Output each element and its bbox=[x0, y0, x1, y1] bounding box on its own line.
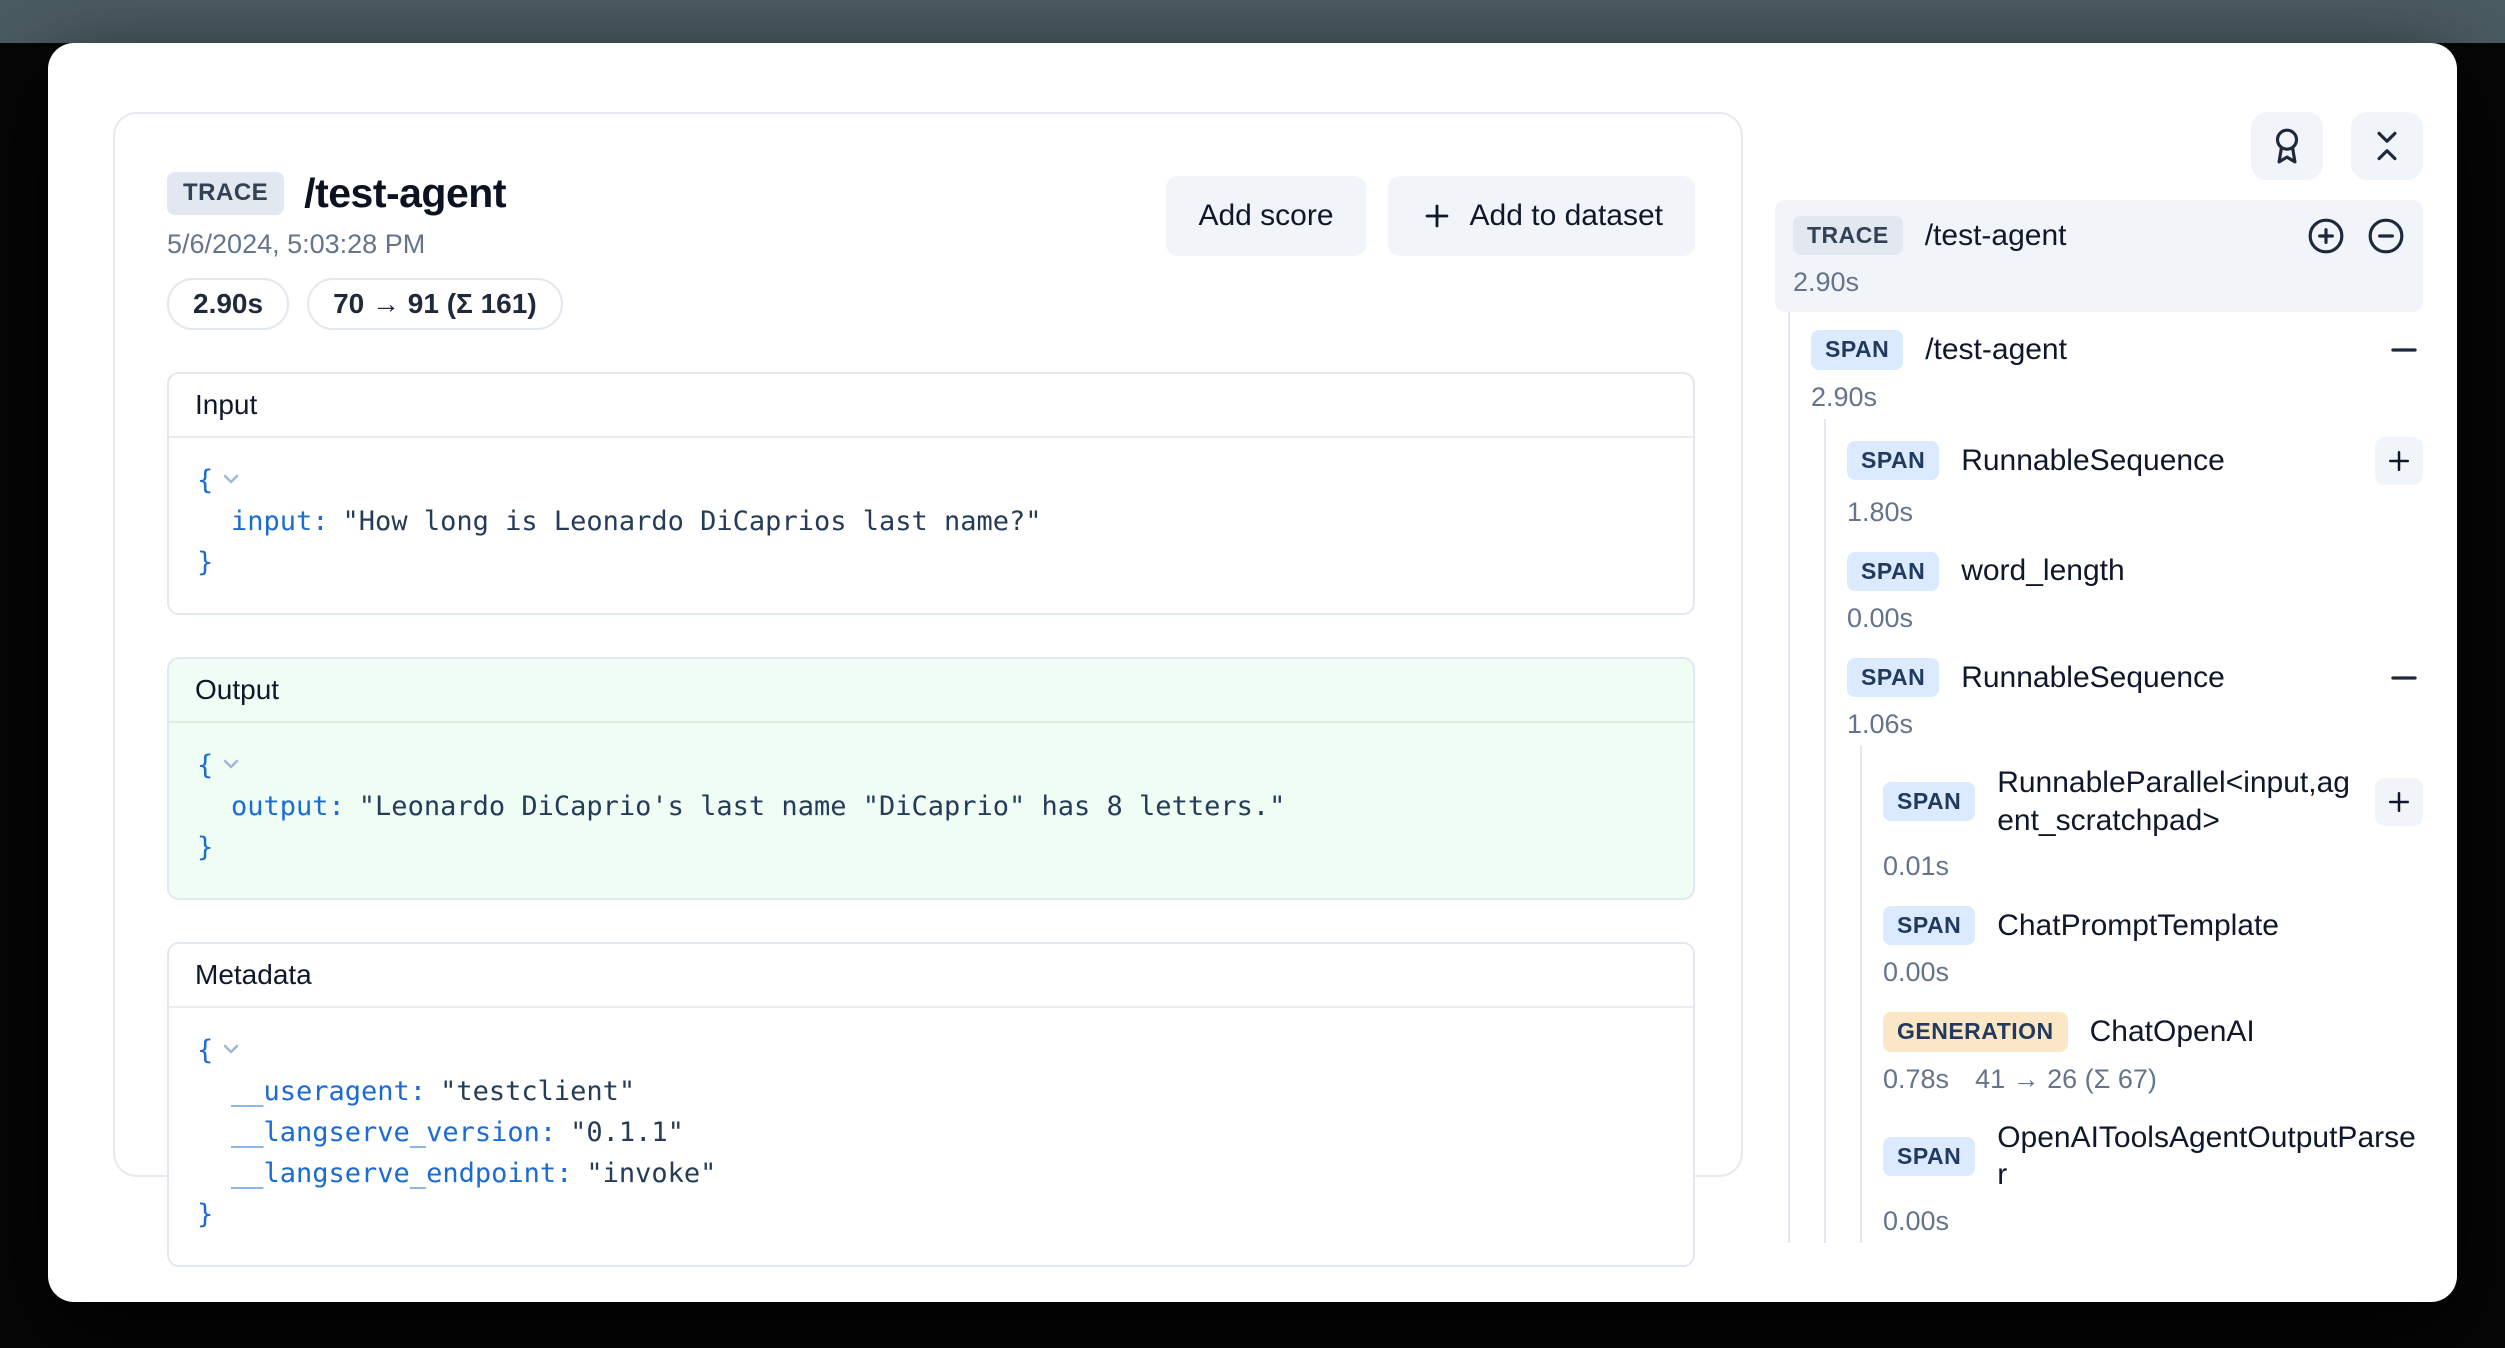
tree-node-duration: 0.00s bbox=[1883, 957, 2423, 988]
json-line: __langserve_version:"0.1.1" bbox=[197, 1112, 1665, 1153]
json-open-line: { bbox=[197, 745, 1665, 786]
latency-badge: 2.90s bbox=[167, 278, 289, 330]
output-section: Output { output:"Leonardo DiCaprio's las… bbox=[167, 657, 1695, 900]
json-close-line: } bbox=[197, 1194, 1665, 1235]
expand-node-button[interactable] bbox=[2375, 778, 2423, 826]
tree-children-level-1: SPAN /test-agent 2.90s SPAN RunnableSequ… bbox=[1788, 312, 2423, 1242]
chevrons-down-up-icon bbox=[2368, 127, 2406, 165]
expand-node-button[interactable] bbox=[2375, 437, 2423, 485]
metadata-json-viewer: { __useragent:"testclient" __langserve_v… bbox=[169, 1008, 1693, 1265]
tree-trace-row[interactable]: TRACE /test-agent 2.90s bbox=[1775, 200, 2423, 312]
app-window: TRACE /test-agent 5/6/2024, 5:03:28 PM 2… bbox=[48, 43, 2457, 1302]
observation-tree-panel: TRACE /test-agent 2.90s SPAN bbox=[1775, 112, 2423, 1243]
tree-node-tokens: 41 → 26 (Σ 67) bbox=[1975, 1064, 2157, 1095]
award-icon bbox=[2268, 127, 2306, 165]
add-score-button[interactable]: Add score bbox=[1166, 176, 1365, 256]
span-type-badge: SPAN bbox=[1883, 782, 1975, 821]
collapse-node-button[interactable] bbox=[2385, 331, 2423, 369]
page-title: /test-agent bbox=[304, 170, 506, 217]
plus-icon bbox=[2384, 446, 2414, 476]
add-to-dataset-label: Add to dataset bbox=[1470, 199, 1663, 233]
tree-row[interactable]: SPAN word_length 0.00s bbox=[1847, 534, 2423, 640]
tree-node-duration: 0.01s bbox=[1883, 851, 2423, 882]
tree-toolbar bbox=[1775, 112, 2423, 180]
trace-detail-card: TRACE /test-agent 5/6/2024, 5:03:28 PM 2… bbox=[113, 112, 1743, 1177]
circle-minus-icon bbox=[2367, 217, 2405, 255]
collapse-panel-button[interactable] bbox=[2351, 112, 2423, 180]
span-type-badge: SPAN bbox=[1847, 441, 1939, 480]
chevron-down-icon[interactable] bbox=[219, 745, 243, 786]
json-open-line: { bbox=[197, 460, 1665, 501]
json-close-line: } bbox=[197, 827, 1665, 868]
span-type-badge: SPAN bbox=[1883, 1137, 1975, 1176]
tree-node-duration: 1.80s bbox=[1847, 497, 2423, 528]
json-line: __useragent:"testclient" bbox=[197, 1071, 1665, 1112]
output-json-viewer: { output:"Leonardo DiCaprio's last name … bbox=[169, 723, 1693, 898]
tree-node-duration: 1.06s bbox=[1847, 709, 2423, 740]
trace-type-badge: TRACE bbox=[167, 172, 284, 214]
tree-node-name: /test-agent bbox=[1925, 217, 2285, 255]
input-json-viewer: { input:"How long is Leonardo DiCaprios … bbox=[169, 438, 1693, 613]
minus-icon bbox=[2385, 331, 2423, 369]
metadata-section: Metadata { __useragent:"testclient" __la… bbox=[167, 942, 1695, 1267]
json-line: output:"Leonardo DiCaprio's last name "D… bbox=[197, 786, 1665, 827]
plus-icon bbox=[1420, 199, 1454, 233]
trace-timestamp: 5/6/2024, 5:03:28 PM bbox=[167, 229, 563, 260]
tree-node-name: /test-agent bbox=[1925, 331, 2363, 369]
output-section-title: Output bbox=[169, 659, 1693, 723]
metadata-section-title: Metadata bbox=[169, 944, 1693, 1008]
tree-children-level-2: SPAN RunnableSequence 1.80s SPAN bbox=[1824, 419, 2423, 1243]
plus-icon bbox=[2384, 787, 2414, 817]
chevron-down-icon[interactable] bbox=[219, 1030, 243, 1071]
json-close-line: } bbox=[197, 542, 1665, 583]
input-section-title: Input bbox=[169, 374, 1693, 438]
expand-all-button[interactable] bbox=[2307, 217, 2345, 255]
tree-node-name: ChatPromptTemplate bbox=[1997, 907, 2423, 945]
token-usage-badge: 70 → 91 (Σ 161) bbox=[307, 278, 563, 330]
tree-node-duration: 0.00s bbox=[1883, 1206, 2423, 1237]
minus-icon bbox=[2385, 659, 2423, 697]
trace-header: TRACE /test-agent 5/6/2024, 5:03:28 PM 2… bbox=[167, 170, 1695, 330]
tree-node-name: RunnableParallel<input,agent_scratchpad> bbox=[1997, 764, 2353, 839]
json-line: __langserve_endpoint:"invoke" bbox=[197, 1153, 1665, 1194]
circle-plus-icon bbox=[2307, 217, 2345, 255]
generation-type-badge: GENERATION bbox=[1883, 1012, 2068, 1051]
tree-node-name: RunnableSequence bbox=[1961, 442, 2353, 480]
tree-node-duration: 2.90s bbox=[1793, 267, 2405, 298]
add-to-dataset-button[interactable]: Add to dataset bbox=[1388, 176, 1695, 256]
add-score-label: Add score bbox=[1198, 199, 1333, 233]
tree-row[interactable]: SPAN /test-agent 2.90s bbox=[1811, 312, 2423, 418]
tree-row[interactable]: SPAN RunnableParallel<input,agent_scratc… bbox=[1883, 746, 2423, 888]
scores-button[interactable] bbox=[2251, 112, 2323, 180]
trace-type-badge: TRACE bbox=[1793, 216, 1903, 255]
tree-children-level-3: SPAN RunnableParallel<input,agent_scratc… bbox=[1860, 746, 2423, 1243]
tree-row[interactable]: GENERATION ChatOpenAI 0.78s 41 → 26 (Σ 6… bbox=[1883, 994, 2423, 1100]
json-line: input:"How long is Leonardo DiCaprios la… bbox=[197, 501, 1665, 542]
tree-row[interactable]: SPAN ChatPromptTemplate 0.00s bbox=[1883, 888, 2423, 994]
tree-node-duration: 2.90s bbox=[1811, 382, 2423, 413]
span-type-badge: SPAN bbox=[1811, 330, 1903, 369]
collapse-all-button[interactable] bbox=[2367, 217, 2405, 255]
trace-actions: Add score Add to dataset bbox=[1166, 176, 1695, 256]
trace-header-left: TRACE /test-agent 5/6/2024, 5:03:28 PM 2… bbox=[167, 170, 563, 330]
tree-node-name: RunnableSequence bbox=[1961, 659, 2363, 697]
span-type-badge: SPAN bbox=[1883, 906, 1975, 945]
tree-row[interactable]: SPAN OpenAIToolsAgentOutputParser 0.00s bbox=[1883, 1101, 2423, 1243]
tree-node-duration: 0.78s bbox=[1883, 1064, 1949, 1095]
span-type-badge: SPAN bbox=[1847, 658, 1939, 697]
tree-node-duration: 0.00s bbox=[1847, 603, 2423, 634]
tree-row[interactable]: SPAN RunnableSequence 1.06s bbox=[1847, 640, 2423, 746]
span-type-badge: SPAN bbox=[1847, 552, 1939, 591]
collapse-node-button[interactable] bbox=[2385, 659, 2423, 697]
tree-node-name: ChatOpenAI bbox=[2090, 1013, 2423, 1051]
input-section: Input { input:"How long is Leonardo DiCa… bbox=[167, 372, 1695, 615]
tree-row[interactable]: SPAN RunnableSequence 1.80s bbox=[1847, 419, 2423, 534]
tree-node-name: word_length bbox=[1961, 552, 2423, 590]
tree-node-name: OpenAIToolsAgentOutputParser bbox=[1997, 1119, 2423, 1194]
json-open-line: { bbox=[197, 1030, 1665, 1071]
chevron-down-icon[interactable] bbox=[219, 460, 243, 501]
